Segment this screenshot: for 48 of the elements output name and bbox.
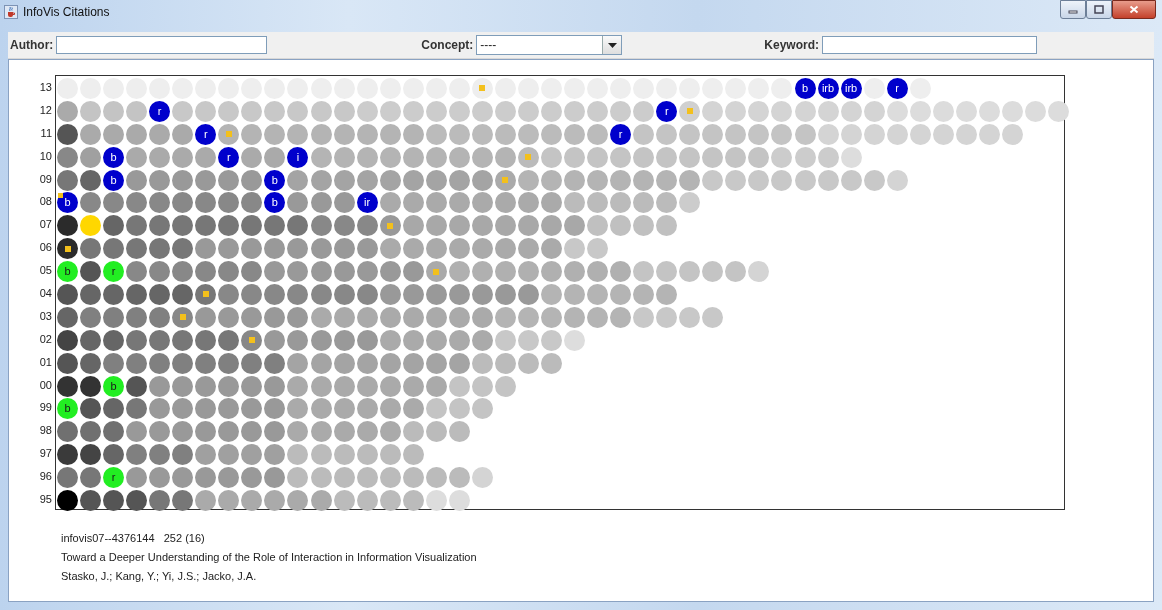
year-label: 08 <box>38 194 53 210</box>
citation-dot[interactable]: b <box>103 169 125 191</box>
concept-label: Concept: <box>421 38 474 52</box>
citation-dot[interactable]: r <box>149 100 171 122</box>
paper-title: Toward a Deeper Understanding of the Role of Interaction in Information Visualization <box>61 549 478 565</box>
citation-dot[interactable]: r <box>886 77 908 99</box>
year-label: 97 <box>38 446 53 462</box>
citation-dot[interactable]: irb <box>817 77 839 99</box>
year-label: 07 <box>38 217 53 233</box>
year-label: 00 <box>38 377 53 393</box>
year-label: 01 <box>38 354 53 370</box>
citation-dot[interactable]: ir <box>356 192 378 214</box>
citation-dot[interactable]: b <box>57 192 78 214</box>
year-label: 95 <box>38 492 53 508</box>
citation-dot[interactable]: r <box>656 100 678 122</box>
citation-dot[interactable]: r <box>218 146 240 168</box>
citation-dot[interactable]: b <box>57 398 78 420</box>
citation-dot[interactable]: b <box>103 146 125 168</box>
year-label: 06 <box>38 240 53 256</box>
year-label: 09 <box>38 171 53 187</box>
year-label: 99 <box>38 400 53 416</box>
keyword-label: Keyword: <box>764 38 819 52</box>
window-title: InfoVis Citations <box>23 4 110 21</box>
citation-dot[interactable]: r <box>103 261 125 283</box>
citation-dot[interactable]: r <box>103 467 125 489</box>
year-label: 10 <box>38 148 53 164</box>
year-label: 05 <box>38 263 53 279</box>
paper-authors: Stasko, J.; Kang, Y.; Yi, J.S.; Jacko, J.A. <box>61 568 258 584</box>
citation-dot[interactable]: b <box>794 77 816 99</box>
year-label: 11 <box>39 125 53 141</box>
citation-dot[interactable]: b <box>264 169 286 191</box>
year-label: 03 <box>38 308 53 324</box>
concept-dropdown[interactable]: ---- <box>476 35 623 55</box>
year-label: 98 <box>38 423 53 439</box>
citation-dot[interactable]: r <box>610 123 632 145</box>
citation-dot[interactable]: b <box>57 261 78 283</box>
citation-dot[interactable]: r <box>195 123 217 145</box>
year-label: 12 <box>38 102 53 118</box>
citation-dot[interactable]: irb <box>840 77 862 99</box>
citation-dot[interactable]: i <box>287 146 309 168</box>
year-label: 02 <box>38 331 53 347</box>
paper-id: infovis07--4376144 252 (16) <box>61 530 206 546</box>
author-label: Author: <box>10 38 54 52</box>
citation-dot[interactable]: b <box>103 375 125 397</box>
citation-dot[interactable]: b <box>264 192 286 214</box>
year-label: 13 <box>38 80 53 95</box>
year-label: 96 <box>38 469 53 485</box>
year-label: 04 <box>38 286 53 301</box>
